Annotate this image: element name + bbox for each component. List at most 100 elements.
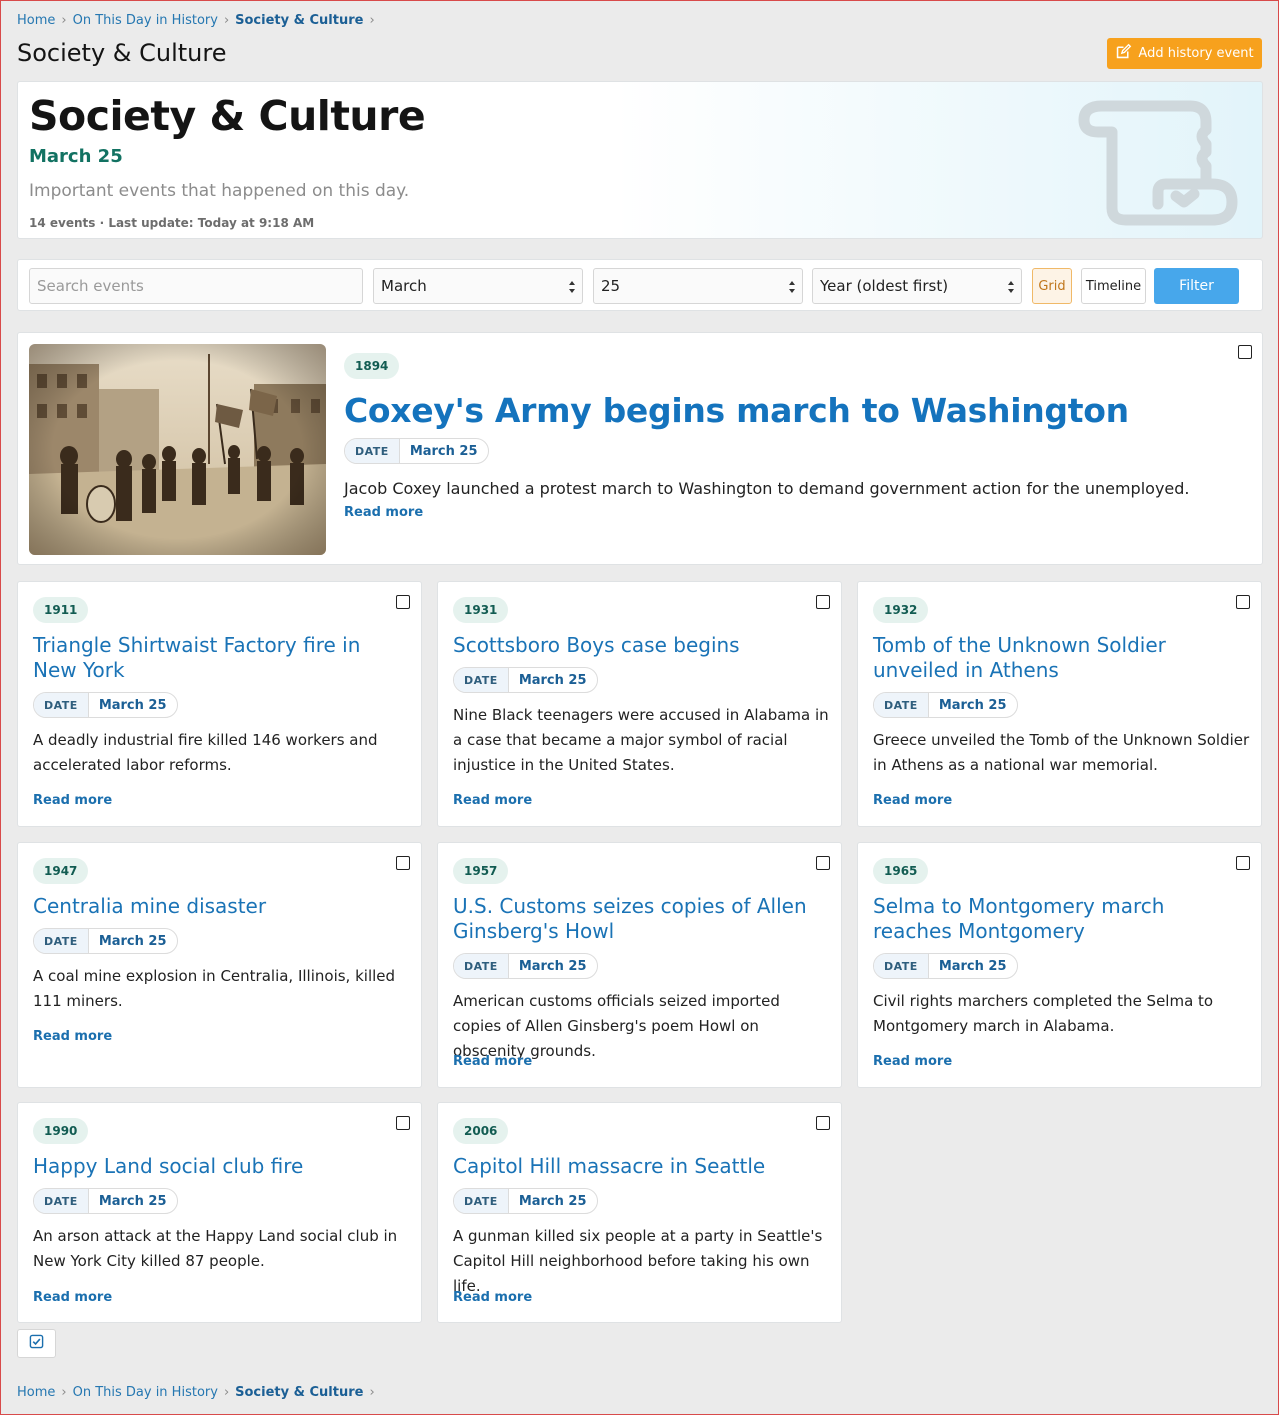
date-label: DATE (874, 954, 929, 978)
read-more-link[interactable]: Read more (33, 793, 112, 808)
filter-bar: Search events March 25 Year (oldest firs… (17, 259, 1263, 311)
sort-select-value: Year (oldest first) (820, 277, 949, 295)
view-timeline-button[interactable]: Timeline (1081, 268, 1146, 304)
event-title[interactable]: Tomb of the Unknown Soldier unveiled in … (873, 633, 1245, 683)
breadcrumb-current[interactable]: Society & Culture (235, 1385, 363, 1400)
event-card: 2006 Capitol Hill massacre in Seattle DA… (437, 1102, 842, 1323)
add-history-event-button[interactable]: Add history event (1107, 38, 1262, 69)
read-more-link[interactable]: Read more (873, 1054, 952, 1069)
read-more-link[interactable]: Read more (33, 1290, 112, 1305)
date-label: DATE (34, 693, 89, 717)
select-checkbox[interactable] (396, 856, 410, 870)
page-title: Society & Culture (17, 39, 227, 67)
breadcrumb-current[interactable]: Society & Culture (235, 13, 363, 28)
breadcrumb-footer: Home › On This Day in History › Society … (17, 1382, 381, 1402)
event-title[interactable]: Centralia mine disaster (33, 894, 405, 919)
chevron-right-icon: › (369, 1384, 375, 1400)
select-arrows-icon (1008, 281, 1014, 293)
event-title[interactable]: U.S. Customs seizes copies of Allen Gins… (453, 894, 825, 944)
year-badge: 1894 (344, 353, 400, 379)
date-label: DATE (34, 1189, 89, 1213)
breadcrumb: Home › On This Day in History › Society … (17, 10, 381, 30)
filter-button[interactable]: Filter (1154, 268, 1239, 304)
month-select-value: March (381, 277, 427, 295)
select-checkbox[interactable] (1238, 345, 1252, 359)
event-title[interactable]: Triangle Shirtwaist Factory fire in New … (33, 633, 405, 683)
date-value: March 25 (938, 958, 1007, 974)
date-label: DATE (454, 954, 509, 978)
event-summary: Greece unveiled the Tomb of the Unknown … (873, 731, 1250, 774)
select-arrows-icon (569, 281, 575, 293)
event-card: 1990 Happy Land social club fire DATE Ma… (17, 1102, 422, 1323)
year-badge: 1911 (33, 597, 89, 623)
edit-icon (1115, 43, 1132, 64)
date-value: March 25 (518, 958, 587, 974)
year-badge: 1965 (873, 858, 929, 884)
sort-select[interactable]: Year (oldest first) (812, 268, 1022, 304)
date-pill: DATE March 25 (453, 1188, 598, 1214)
year-badge: 1932 (873, 597, 929, 623)
breadcrumb-home[interactable]: Home (17, 13, 55, 28)
date-pill: DATE March 25 (33, 928, 178, 954)
chevron-right-icon: › (61, 1384, 67, 1400)
event-title[interactable]: Scottsboro Boys case begins (453, 633, 825, 658)
category-hero: Society & Culture March 25 Important eve… (17, 81, 1263, 239)
date-value: March 25 (518, 672, 587, 688)
date-pill: DATE March 25 (33, 1188, 178, 1214)
event-title[interactable]: Capitol Hill massacre in Seattle (453, 1154, 825, 1179)
scroll-icon (1072, 96, 1242, 228)
date-pill: DATE March 25 (453, 953, 598, 979)
date-label: DATE (454, 1189, 509, 1213)
year-badge: 2006 (453, 1118, 509, 1144)
date-pill: DATE March 25 (873, 692, 1018, 718)
featured-event-title[interactable]: Coxey's Army begins march to Washington (344, 391, 1129, 430)
read-more-link[interactable]: Read more (453, 1290, 532, 1305)
read-more-link[interactable]: Read more (453, 1054, 532, 1069)
breadcrumb-home[interactable]: Home (17, 1385, 55, 1400)
view-grid-button[interactable]: Grid (1032, 268, 1072, 304)
date-label: DATE (874, 693, 929, 717)
event-summary: A coal mine explosion in Centralia, Illi… (33, 967, 396, 1010)
event-title[interactable]: Happy Land social club fire (33, 1154, 405, 1179)
chevron-right-icon: › (223, 1384, 230, 1400)
event-card: 1932 Tomb of the Unknown Soldier unveile… (857, 581, 1262, 827)
day-select-value: 25 (601, 277, 621, 295)
read-more-link[interactable]: Read more (873, 793, 952, 808)
event-card: 1931 Scottsboro Boys case begins DATE Ma… (437, 581, 842, 827)
breadcrumb-on-this-day[interactable]: On This Day in History (73, 1385, 218, 1400)
chevron-right-icon: › (369, 12, 375, 28)
checkbox-checked-icon (29, 1334, 44, 1353)
select-checkbox[interactable] (396, 595, 410, 609)
breadcrumb-on-this-day[interactable]: On This Day in History (73, 13, 218, 28)
select-all-button[interactable] (17, 1329, 56, 1358)
chevron-right-icon: › (223, 12, 230, 28)
featured-event-summary: Jacob Coxey launched a protest march to … (344, 479, 1190, 498)
event-card: 1911 Triangle Shirtwaist Factory fire in… (17, 581, 422, 827)
hero-description: Important events that happened on this d… (29, 181, 410, 201)
add-history-event-label: Add history event (1138, 46, 1254, 61)
event-photo (29, 344, 326, 555)
read-more-link[interactable]: Read more (33, 1029, 112, 1044)
hero-title: Society & Culture (29, 92, 426, 140)
day-select[interactable]: 25 (593, 268, 803, 304)
select-checkbox[interactable] (816, 595, 830, 609)
search-input[interactable]: Search events (29, 268, 363, 304)
event-summary: A gunman killed six people at a party in… (453, 1227, 823, 1295)
read-more-link[interactable]: Read more (453, 793, 532, 808)
month-select[interactable]: March (373, 268, 583, 304)
date-pill: DATE March 25 (453, 667, 598, 693)
event-card: 1947 Centralia mine disaster DATE March … (17, 842, 422, 1088)
read-more-link[interactable]: Read more (344, 505, 423, 520)
date-label: DATE (454, 668, 509, 692)
event-card: 1965 Selma to Montgomery march reaches M… (857, 842, 1262, 1088)
select-checkbox[interactable] (816, 856, 830, 870)
select-checkbox[interactable] (396, 1116, 410, 1130)
select-checkbox[interactable] (816, 1116, 830, 1130)
event-title[interactable]: Selma to Montgomery march reaches Montgo… (873, 894, 1245, 944)
select-checkbox[interactable] (1236, 856, 1250, 870)
select-arrows-icon (789, 281, 795, 293)
event-summary: A deadly industrial fire killed 146 work… (33, 731, 378, 774)
event-summary: Civil rights marchers completed the Selm… (873, 992, 1214, 1035)
date-value: March 25 (409, 443, 478, 459)
select-checkbox[interactable] (1236, 595, 1250, 609)
